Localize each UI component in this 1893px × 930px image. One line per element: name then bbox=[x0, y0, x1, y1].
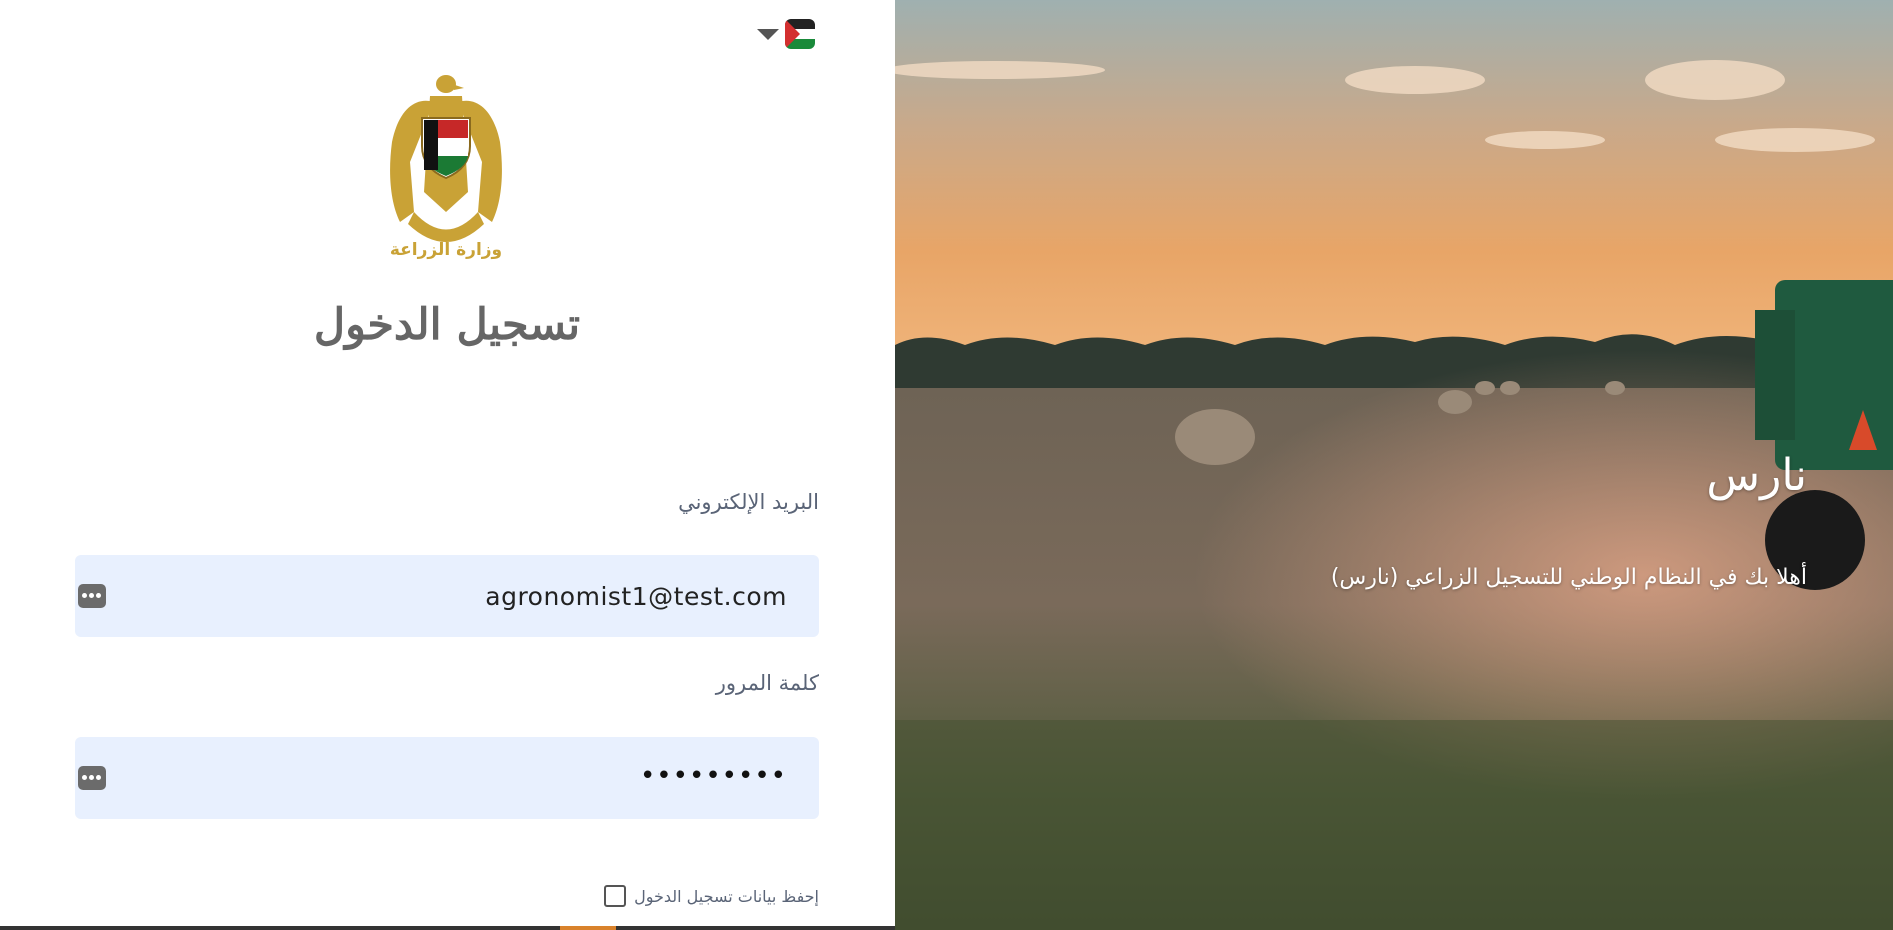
remember-me-label: إحفظ بيانات تسجيل الدخول bbox=[634, 886, 819, 906]
remember-me[interactable]: إحفظ بيانات تسجيل الدخول bbox=[604, 885, 819, 907]
hero-title: نارس bbox=[1706, 450, 1807, 501]
bottom-bar bbox=[0, 926, 895, 930]
bottom-bar-accent bbox=[560, 926, 616, 930]
email-input[interactable] bbox=[125, 555, 787, 637]
password-label: كلمة المرور bbox=[715, 671, 819, 695]
email-label: البريد الإلكتروني bbox=[678, 490, 819, 514]
logo-text: وزارة الزراعة bbox=[389, 240, 503, 260]
caret-down-icon[interactable] bbox=[757, 28, 779, 40]
hero-subtitle: أهلا بك في النظام الوطني للتسجيل الزراعي… bbox=[1330, 565, 1807, 590]
hero-background: نارس أهلا بك في النظام الوطني للتسجيل ال… bbox=[895, 0, 1893, 930]
login-panel: وزارة الزراعة تسجيل الدخول البريد الإلكت… bbox=[0, 0, 895, 930]
password-field[interactable]: ••••••••• bbox=[75, 737, 819, 819]
language-selector[interactable] bbox=[757, 18, 817, 50]
password-manager-icon[interactable] bbox=[78, 584, 106, 608]
remember-me-checkbox[interactable] bbox=[604, 885, 627, 907]
password-manager-icon[interactable] bbox=[78, 766, 106, 790]
ministry-logo bbox=[390, 75, 502, 242]
password-input[interactable]: ••••••••• bbox=[640, 761, 787, 791]
email-field[interactable] bbox=[75, 555, 819, 637]
palestine-flag-icon[interactable] bbox=[785, 19, 815, 49]
page-title: تسجيل الدخول bbox=[313, 300, 581, 350]
